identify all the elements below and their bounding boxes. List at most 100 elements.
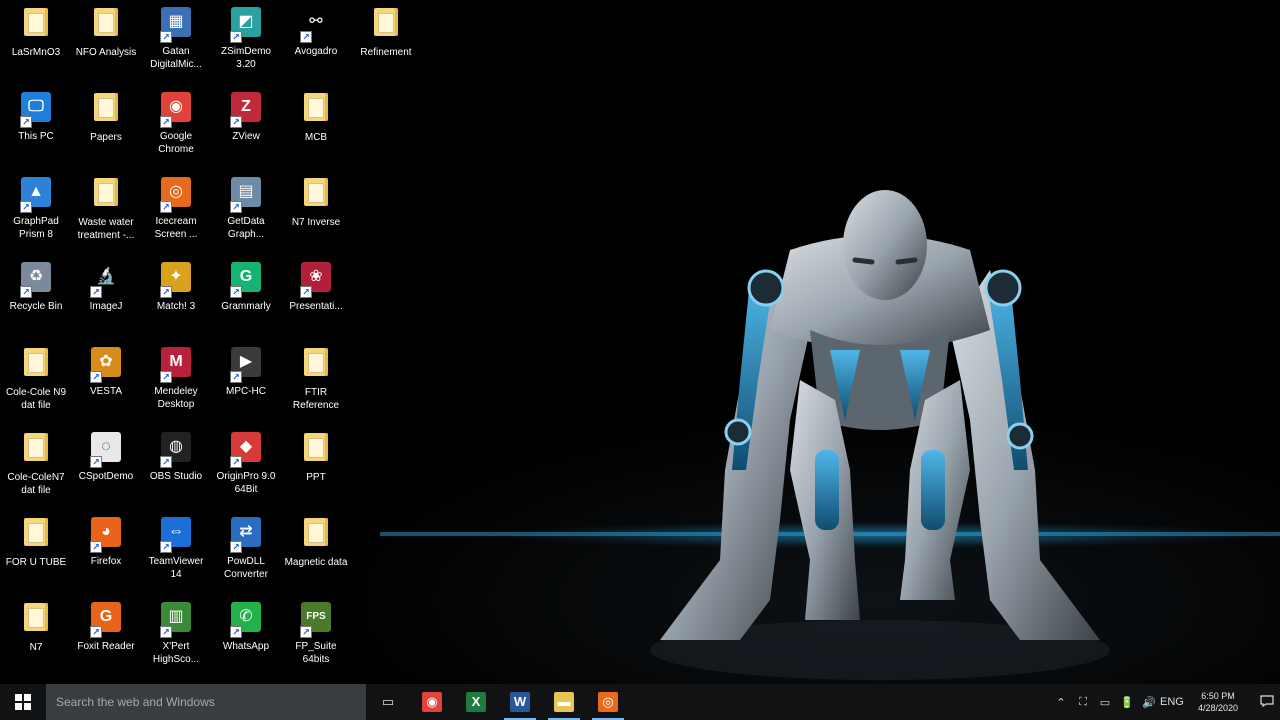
- desktop-icon[interactable]: ❀ Presentati...: [281, 259, 351, 339]
- desktop-icon[interactable]: ▥ X'Pert HighSco...: [141, 599, 211, 679]
- desktop-icon-label: LaSrMnO3: [11, 47, 61, 58]
- desktop-icon[interactable]: ◩ ZSimDemo 3.20: [211, 4, 281, 84]
- tray-icon[interactable]: ▭: [1094, 696, 1116, 709]
- app-shortcut-icon: ◕: [88, 517, 124, 553]
- folder-icon: [18, 603, 54, 639]
- app-shortcut-icon: ▥: [158, 602, 194, 638]
- app-shortcut-icon: ◌: [88, 432, 124, 468]
- desktop-icon-label: Waste water treatment -...: [77, 217, 135, 241]
- taskbar-excel-button[interactable]: X: [454, 684, 498, 720]
- desktop-icon[interactable]: 🔬 ImageJ: [71, 259, 141, 339]
- desktop-icon[interactable]: N7: [1, 599, 71, 679]
- desktop-icon[interactable]: Cole-Cole N9 dat file: [1, 344, 71, 424]
- desktop-icon-label: MPC-HC: [226, 386, 266, 397]
- app-shortcut-icon: ▶: [228, 347, 264, 383]
- desktop-icon[interactable]: FPS FP_Suite 64bits: [281, 599, 351, 679]
- task-view-icon: ▭: [381, 694, 395, 709]
- taskbar-clock[interactable]: 6:50 PM 4/28/2020: [1182, 690, 1254, 714]
- chrome-icon: ◉: [422, 692, 442, 712]
- desktop-icon-label: PPT: [306, 472, 326, 483]
- desktop-icon-label: Match! 3: [156, 301, 196, 312]
- taskbar-chrome-button[interactable]: ◉: [410, 684, 454, 720]
- tray-icon[interactable]: ⛶: [1072, 696, 1094, 709]
- desktop-icon[interactable]: ▦ Gatan DigitalMic...: [141, 4, 211, 84]
- desktop-icon[interactable]: ◎ Icecream Screen ...: [141, 174, 211, 254]
- desktop-icon[interactable]: ⇄ PowDLL Converter: [211, 514, 281, 594]
- desktop-icon[interactable]: ▲ GraphPad Prism 8: [1, 174, 71, 254]
- desktop-icon[interactable]: G Grammarly: [211, 259, 281, 339]
- desktop-icon[interactable]: MCB: [281, 89, 351, 169]
- desktop-icon[interactable]: Refinement: [351, 4, 421, 84]
- app-shortcut-icon: 🖵: [18, 92, 54, 128]
- desktop-icon[interactable]: ✦ Match! 3: [141, 259, 211, 339]
- taskbar-word-button[interactable]: W: [498, 684, 542, 720]
- desktop[interactable]: LaSrMnO3 NFO Analysis ▦ Gatan DigitalMic...…: [0, 0, 1280, 684]
- tray-icon[interactable]: ⌃: [1050, 696, 1072, 709]
- desktop-icon[interactable]: FTIR Reference: [281, 344, 351, 424]
- desktop-icon[interactable]: ✆ WhatsApp: [211, 599, 281, 679]
- desktop-icon[interactable]: ▶ MPC-HC: [211, 344, 281, 424]
- desktop-icon[interactable]: Waste water treatment -...: [71, 174, 141, 254]
- desktop-icon-label: Firefox: [90, 556, 122, 567]
- folder-icon: [18, 518, 54, 554]
- desktop-icon-label: VESTA: [89, 386, 123, 397]
- desktop-icon-label: GraphPad Prism 8: [13, 216, 59, 240]
- desktop-icon[interactable]: FOR U TUBE: [1, 514, 71, 594]
- desktop-icon[interactable]: N7 Inverse: [281, 174, 351, 254]
- desktop-icon-label: WhatsApp: [222, 641, 270, 652]
- desktop-icon[interactable]: ▤ GetData Graph...: [211, 174, 281, 254]
- desktop-icon[interactable]: LaSrMnO3: [1, 4, 71, 84]
- tray-icon[interactable]: 🔋: [1116, 696, 1138, 709]
- folder-icon: [18, 8, 54, 44]
- desktop-icon[interactable]: 🖵 This PC: [1, 89, 71, 169]
- app-shortcut-icon: ⇄: [228, 517, 264, 553]
- desktop-icon-label: ZSimDemo 3.20: [220, 46, 271, 70]
- desktop-icon-label: TeamViewer 14: [148, 556, 204, 580]
- taskbar-search-input[interactable]: Search the web and Windows: [46, 684, 366, 720]
- desktop-icon-label: Recycle Bin: [9, 301, 63, 312]
- desktop-icon[interactable]: G Foxit Reader: [71, 599, 141, 679]
- desktop-icon-label: PowDLL Converter: [224, 556, 268, 580]
- app-shortcut-icon: ▤: [228, 177, 264, 213]
- taskbar-task-view-button[interactable]: ▭: [366, 684, 410, 720]
- desktop-icon[interactable]: ⇔ TeamViewer 14: [141, 514, 211, 594]
- desktop-icon[interactable]: ◕ Firefox: [71, 514, 141, 594]
- desktop-icon-label: N7 Inverse: [291, 217, 341, 228]
- app-shortcut-icon: ❀: [298, 262, 334, 298]
- action-center-icon[interactable]: [1254, 694, 1280, 710]
- desktop-icon[interactable]: Cole-ColeN7 dat file: [1, 429, 71, 509]
- desktop-icon-label: Papers: [90, 132, 122, 143]
- desktop-icon[interactable]: ♻ Recycle Bin: [1, 259, 71, 339]
- app-shortcut-icon: 🔬: [88, 262, 124, 298]
- desktop-icon[interactable]: ◉ Google Chrome: [141, 89, 211, 169]
- tray-icon[interactable]: ENG: [1160, 696, 1184, 709]
- windows-logo-icon: [15, 694, 31, 710]
- desktop-icon[interactable]: ✿ VESTA: [71, 344, 141, 424]
- desktop-icon[interactable]: PPT: [281, 429, 351, 509]
- desktop-icon[interactable]: Magnetic data: [281, 514, 351, 594]
- folder-icon: [298, 178, 334, 214]
- taskbar-icecream-button[interactable]: ◎: [586, 684, 630, 720]
- desktop-icon-label: Refinement: [360, 47, 412, 58]
- desktop-icon-label: Google Chrome: [158, 131, 194, 155]
- desktop-icon[interactable]: NFO Analysis: [71, 4, 141, 84]
- folder-icon: [88, 178, 124, 214]
- taskbar: Search the web and Windows ▭ ◉ X W ▬ ◎ ⌃ ⛶ ▭ 🔋 🔊 E…: [0, 684, 1280, 720]
- desktop-icon[interactable]: ◍ OBS Studio: [141, 429, 211, 509]
- tray-icon[interactable]: 🔊: [1138, 696, 1160, 709]
- app-shortcut-icon: G: [88, 602, 124, 638]
- desktop-icon[interactable]: Z ZView: [211, 89, 281, 169]
- desktop-icon[interactable]: M Mendeley Desktop: [141, 344, 211, 424]
- folder-icon: [368, 8, 404, 44]
- desktop-icon[interactable]: ⚯ Avogadro: [281, 4, 351, 84]
- taskbar-file-explorer-button[interactable]: ▬: [542, 684, 586, 720]
- tray-icons: ⌃ ⛶ ▭ 🔋 🔊 ENG: [1050, 696, 1184, 709]
- desktop-icon[interactable]: ◆ OriginPro 9.0 64Bit: [211, 429, 281, 509]
- desktop-icon-label: FP_Suite 64bits: [295, 641, 337, 665]
- desktop-icon[interactable]: Papers: [71, 89, 141, 169]
- app-shortcut-icon: ⇔: [158, 517, 194, 553]
- desktop-icon[interactable]: ◌ CSpotDemo: [71, 429, 141, 509]
- folder-icon: [298, 348, 334, 384]
- start-button[interactable]: [0, 684, 46, 720]
- desktop-icon-label: Grammarly: [221, 301, 271, 312]
